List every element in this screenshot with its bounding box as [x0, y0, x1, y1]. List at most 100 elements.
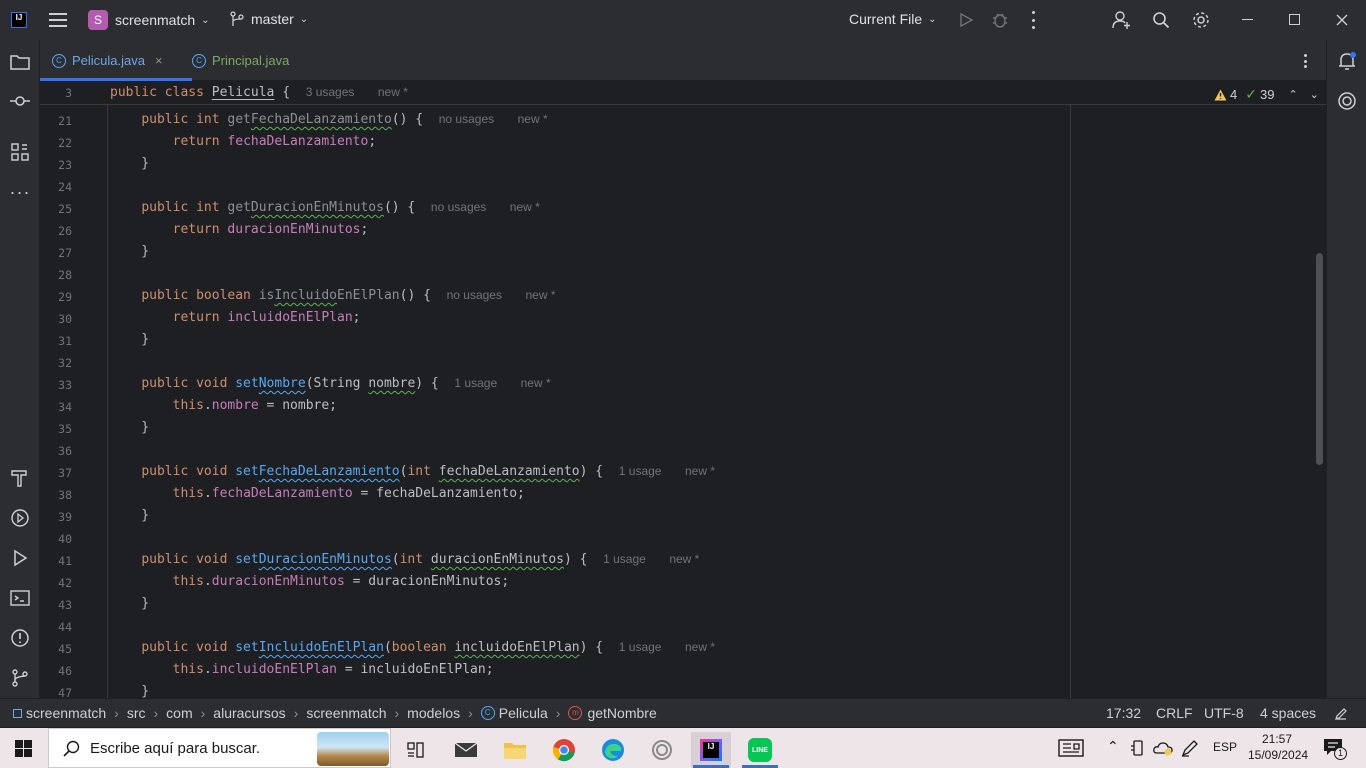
- project-folder-icon[interactable]: [8, 50, 32, 74]
- code-line: return fechaDeLanzamiento;: [172, 134, 377, 149]
- gutter-separator: [107, 105, 108, 698]
- line-number: 26: [58, 224, 72, 238]
- run-tool-icon[interactable]: [8, 546, 32, 570]
- vcs-widget[interactable]: master ⌄: [230, 11, 308, 27]
- code-line: public void setDuracionEnMinutos(int dur…: [141, 552, 700, 567]
- tab-pelicula-java[interactable]: C Pelicula.java ×: [40, 40, 192, 81]
- breadcrumb-item[interactable]: modelos: [407, 705, 460, 721]
- chevron-down-icon: ⌄: [928, 13, 937, 25]
- add-user-icon[interactable]: [1112, 10, 1132, 30]
- notification-center-icon[interactable]: 1: [1323, 738, 1347, 760]
- line-number: 24: [58, 180, 72, 194]
- onedrive-cloud-icon[interactable]: [1153, 740, 1173, 756]
- pen-icon[interactable]: [1181, 739, 1199, 757]
- services-icon[interactable]: [8, 506, 32, 530]
- breadcrumb-item[interactable]: screenmatch: [26, 705, 106, 721]
- search-highlight-image: [317, 732, 389, 766]
- chevron-up-icon[interactable]: ⌃: [1107, 738, 1119, 755]
- code-line: return duracionEnMinutos;: [172, 222, 369, 237]
- code-line: }: [110, 684, 150, 698]
- debug-icon[interactable]: [991, 11, 1009, 29]
- problems-icon[interactable]: [8, 626, 32, 650]
- editor-tab-bar: C Pelicula.java × C Principal.java: [40, 40, 1326, 81]
- tab-options-icon[interactable]: [1304, 54, 1308, 68]
- file-encoding[interactable]: UTF-8: [1204, 705, 1244, 721]
- git-icon[interactable]: [8, 666, 32, 690]
- run-icon[interactable]: [958, 12, 974, 28]
- file-explorer-icon[interactable]: [495, 732, 535, 768]
- clock[interactable]: 21:57 15/09/2024: [1248, 731, 1309, 763]
- taskbar-search-box[interactable]: Escribe aquí para buscar.: [48, 728, 391, 768]
- notifications-bell-icon[interactable]: [1335, 49, 1359, 73]
- maximize-window-button[interactable]: [1289, 14, 1300, 25]
- code-line: this.duracionEnMinutos = duracionEnMinut…: [172, 574, 510, 589]
- breadcrumb-item[interactable]: getNombre: [587, 705, 656, 721]
- minimize-window-button[interactable]: [1242, 19, 1253, 20]
- build-hammer-icon[interactable]: [8, 466, 32, 490]
- vpn-app-icon[interactable]: [642, 732, 682, 768]
- branch-icon: [230, 11, 244, 26]
- breadcrumb-item[interactable]: aluracursos: [213, 705, 285, 721]
- code-line: return incluidoEnElPlan;: [172, 310, 361, 325]
- commit-icon[interactable]: [8, 89, 32, 113]
- line-messenger-icon[interactable]: LINE: [740, 732, 780, 768]
- line-number: 37: [58, 466, 72, 480]
- mail-app-icon[interactable]: [446, 732, 486, 768]
- close-window-button[interactable]: [1336, 14, 1348, 26]
- run-config-label: Current File: [849, 11, 923, 27]
- vertical-scrollbar[interactable]: [1316, 253, 1323, 465]
- intellij-idea-icon[interactable]: IJ: [691, 732, 731, 768]
- breadcrumb-item[interactable]: src: [127, 705, 146, 721]
- code-line: public int getFechaDeLanzamiento() { no …: [141, 112, 548, 127]
- clock-date: 15/09/2024: [1248, 748, 1309, 762]
- windows-start-icon[interactable]: [15, 740, 32, 757]
- chevron-up-icon[interactable]: ⌃: [1288, 88, 1297, 101]
- right-margin-guide: [1070, 105, 1071, 698]
- inspection-widget[interactable]: 4 ✓ 39 ⌃ ⌄: [1214, 86, 1319, 103]
- chevron-down-icon[interactable]: ⌄: [1310, 88, 1319, 101]
- app-logo-icon[interactable]: IJ: [11, 12, 27, 28]
- tab-principal-java[interactable]: C Principal.java: [192, 40, 302, 81]
- code-line: public class Pelicula { 3 usages new *: [110, 85, 408, 100]
- device-icon[interactable]: [1131, 740, 1145, 756]
- status-bar: screenmatch › src › com › aluracursos › …: [0, 698, 1366, 727]
- more-actions-icon[interactable]: [1032, 11, 1036, 29]
- clock-time: 21:57: [1261, 732, 1293, 746]
- search-placeholder: Escribe aquí para buscar.: [90, 739, 261, 757]
- line-number: 44: [58, 620, 72, 634]
- breadcrumb-item[interactable]: Pelicula: [499, 705, 548, 721]
- readonly-toggle-icon[interactable]: [1334, 707, 1348, 721]
- chrome-icon[interactable]: [544, 732, 584, 768]
- language-indicator[interactable]: ESP: [1213, 740, 1237, 754]
- line-number: 42: [58, 576, 72, 590]
- structure-icon[interactable]: [8, 140, 32, 164]
- close-tab-icon[interactable]: ×: [155, 53, 163, 68]
- breadcrumb-item[interactable]: com: [166, 705, 192, 721]
- run-config-selector[interactable]: Current File ⌄: [849, 11, 937, 27]
- line-separator[interactable]: CRLF: [1156, 705, 1193, 721]
- indent-setting[interactable]: 4 spaces: [1260, 705, 1316, 721]
- search-icon[interactable]: [1152, 11, 1170, 29]
- search-icon: [63, 740, 80, 757]
- edge-icon[interactable]: [593, 732, 633, 768]
- main-menu-icon[interactable]: [49, 12, 67, 28]
- code-line: public void setNombre(String nombre) { 1…: [141, 376, 551, 391]
- terminal-icon[interactable]: [8, 586, 32, 610]
- method-icon: m: [568, 706, 583, 720]
- breadcrumb-item[interactable]: screenmatch: [306, 705, 386, 721]
- line-number: 23: [58, 158, 72, 172]
- sticky-class-header[interactable]: 3 public class Pelicula { 3 usages new *…: [40, 81, 1326, 105]
- caret-position[interactable]: 17:32: [1106, 705, 1141, 721]
- code-line: this.incluidoEnElPlan = incluidoEnElPlan…: [172, 662, 494, 677]
- code-line: }: [110, 332, 150, 347]
- news-widget-icon[interactable]: [1058, 739, 1084, 757]
- code-editor[interactable]: 3 public class Pelicula { 3 usages new *…: [40, 81, 1326, 698]
- settings-gear-icon[interactable]: [1191, 10, 1211, 30]
- tab-label: Pelicula.java: [72, 53, 145, 68]
- line-number: 43: [58, 598, 72, 612]
- line-number: 21: [58, 114, 72, 128]
- ai-assistant-icon[interactable]: [1335, 89, 1359, 113]
- project-widget[interactable]: S screenmatch ⌄: [88, 10, 210, 30]
- more-tool-windows-icon[interactable]: ···: [8, 180, 32, 204]
- task-view-icon[interactable]: [396, 732, 436, 768]
